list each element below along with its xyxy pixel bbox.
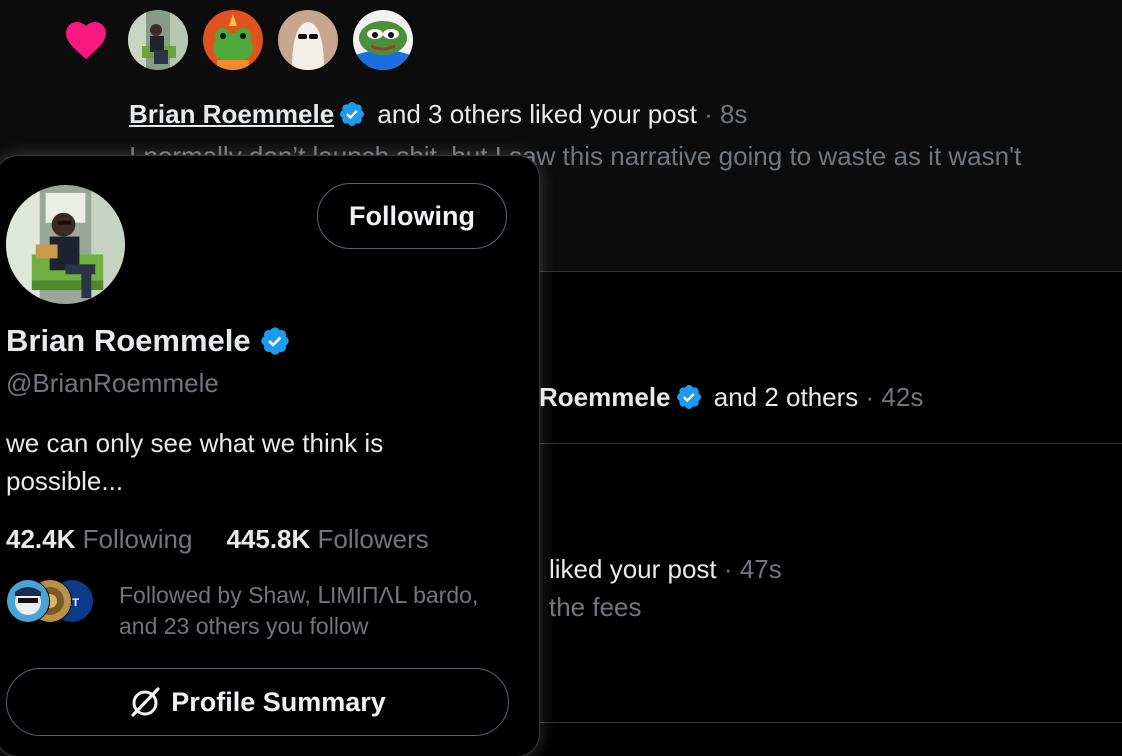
actor-name-link[interactable]: Brian Roemmele — [129, 99, 334, 129]
notification-text: Roemmele and 2 others · 42s — [539, 382, 923, 413]
notification-text: liked your post · 47s — [549, 554, 782, 585]
followed-by-text[interactable]: Followed by Shaw, ᒪIMIΠΛᒪ bardo, and 23 … — [119, 580, 499, 642]
grok-slash-icon — [131, 687, 160, 717]
profile-name[interactable]: Brian Roemmele — [6, 323, 295, 359]
verified-badge-icon — [260, 327, 289, 355]
profile-name-text[interactable]: Brian Roemmele — [6, 323, 251, 358]
post-snippet: the fees — [549, 592, 642, 622]
followers-count: 445.8K — [226, 524, 311, 554]
notification-action: liked your post — [549, 554, 717, 584]
profile-stats: 42.4K Following 445.8K Followers — [6, 524, 429, 555]
notification-time[interactable]: · 42s — [866, 382, 924, 412]
following-button[interactable]: Following — [317, 183, 507, 249]
profile-summary-button[interactable]: Profile Summary — [6, 668, 509, 736]
liker-avatar-4[interactable] — [353, 10, 413, 70]
profile-bio: we can only see what we think is possibl… — [6, 428, 384, 496]
following-label: Following — [82, 524, 193, 554]
heart-icon — [66, 22, 106, 60]
notification-time[interactable]: · 8s — [704, 99, 747, 129]
verified-badge-icon — [340, 102, 365, 126]
notification-action: and 2 others — [713, 382, 859, 412]
profile-handle[interactable]: @BrianRoemmele — [6, 368, 219, 399]
profile-summary-label[interactable]: Profile Summary — [171, 687, 386, 718]
following-count: 42.4K — [6, 524, 76, 554]
following-stat[interactable]: 42.4K Following — [6, 524, 192, 554]
followers-label: Followers — [317, 524, 429, 554]
followers-stat[interactable]: 445.8K Followers — [226, 524, 428, 554]
notification-action: and 3 others liked your post — [377, 99, 697, 129]
liker-avatar-3[interactable] — [278, 10, 338, 70]
verified-badge-icon — [676, 385, 701, 409]
avatar[interactable] — [6, 185, 125, 304]
notification-time[interactable]: · 47s — [724, 554, 782, 584]
liker-avatar-1[interactable] — [128, 10, 188, 70]
profile-hover-card[interactable]: Following Brian Roemmele @BrianRoemmele … — [0, 156, 539, 756]
notification-text: Brian Roemmele and 3 others liked your p… — [129, 99, 747, 130]
followed-by-avatars[interactable]: BET — [6, 579, 96, 623]
follower-avatar-1 — [6, 579, 50, 623]
liker-avatar-2[interactable] — [203, 10, 263, 70]
actor-name-link[interactable]: Roemmele — [539, 382, 671, 412]
